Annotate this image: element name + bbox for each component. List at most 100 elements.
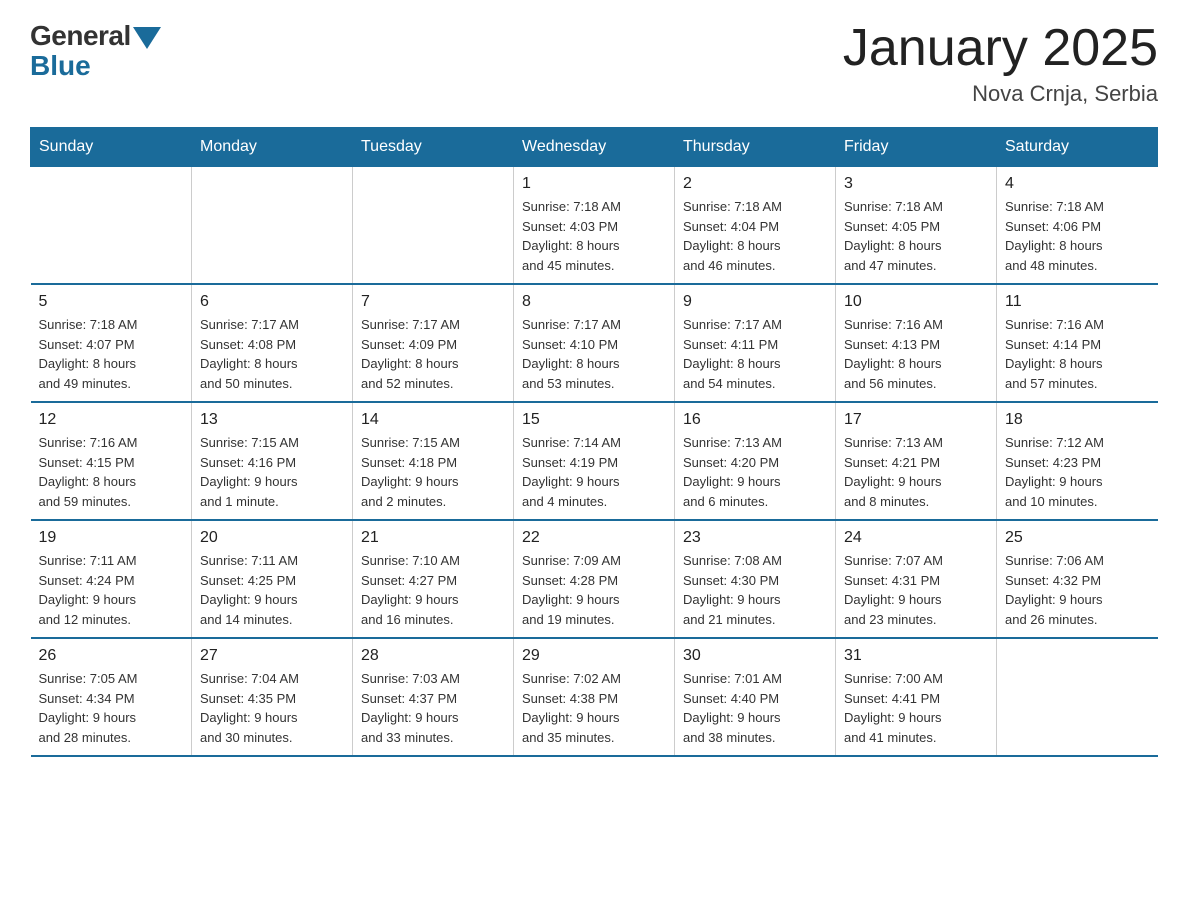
day-info: Sunrise: 7:13 AM Sunset: 4:20 PM Dayligh… [683, 433, 827, 511]
calendar-cell: 19Sunrise: 7:11 AM Sunset: 4:24 PM Dayli… [31, 520, 192, 638]
calendar-header-row: SundayMondayTuesdayWednesdayThursdayFrid… [31, 128, 1158, 167]
calendar-cell: 28 Sunrise: 7:03 AM Sunset: 4:37 PM Dayli… [353, 638, 514, 756]
day-header-saturday: Saturday [997, 128, 1158, 167]
calendar-cell: 10 Sunrise: 7:16 AM Sunset: 4:13 PM Dayli… [836, 284, 997, 402]
day-number: 9 [683, 293, 827, 311]
calendar-cell: 9Sunrise: 7:17 AM Sunset: 4:11 PM Daylig… [675, 284, 836, 402]
calendar-cell: 5 Sunrise: 7:18 AM Sunset: 4:07 PM Daylig… [31, 284, 192, 402]
calendar-cell: 1 Sunrise: 7:18 AM Sunset: 4:03 PM Daylig… [514, 167, 675, 285]
subtitle: Nova Crnja, Serbia [843, 81, 1158, 107]
calendar-cell: 8 Sunrise: 7:17 AM Sunset: 4:10 PM Daylig… [514, 284, 675, 402]
day-info: Sunrise: 7:08 AM Sunset: 4:30 PM Dayligh… [683, 551, 827, 629]
day-info: Sunrise: 7:18 AM Sunset: 4:04 PM Dayligh… [683, 197, 827, 275]
day-info: Sunrise: 7:16 AM Sunset: 4:13 PM Dayligh… [844, 315, 988, 393]
day-number: 24 [844, 529, 988, 547]
day-number: 17 [844, 411, 988, 429]
calendar-cell: 17 Sunrise: 7:13 AM Sunset: 4:21 PM Dayli… [836, 402, 997, 520]
day-number: 29 [522, 647, 666, 665]
day-header-friday: Friday [836, 128, 997, 167]
calendar-cell: 6 Sunrise: 7:17 AM Sunset: 4:08 PM Daylig… [192, 284, 353, 402]
day-number: 5 [39, 293, 184, 311]
day-number: 14 [361, 411, 505, 429]
calendar-cell: 26Sunrise: 7:05 AM Sunset: 4:34 PM Dayli… [31, 638, 192, 756]
day-number: 1 [522, 175, 666, 193]
day-header-wednesday: Wednesday [514, 128, 675, 167]
day-info: Sunrise: 7:07 AM Sunset: 4:31 PM Dayligh… [844, 551, 988, 629]
calendar-cell: 25Sunrise: 7:06 AM Sunset: 4:32 PM Dayli… [997, 520, 1158, 638]
calendar-cell [192, 167, 353, 285]
day-info: Sunrise: 7:10 AM Sunset: 4:27 PM Dayligh… [361, 551, 505, 629]
calendar-table: SundayMondayTuesdayWednesdayThursdayFrid… [30, 127, 1158, 757]
day-number: 8 [522, 293, 666, 311]
day-header-tuesday: Tuesday [353, 128, 514, 167]
calendar-cell [997, 638, 1158, 756]
calendar-cell: 4Sunrise: 7:18 AM Sunset: 4:06 PM Daylig… [997, 167, 1158, 285]
calendar-cell [31, 167, 192, 285]
logo: General Blue [30, 20, 161, 82]
calendar-cell: 15Sunrise: 7:14 AM Sunset: 4:19 PM Dayli… [514, 402, 675, 520]
calendar-cell [353, 167, 514, 285]
day-number: 6 [200, 293, 344, 311]
day-info: Sunrise: 7:15 AM Sunset: 4:18 PM Dayligh… [361, 433, 505, 511]
title-section: January 2025 Nova Crnja, Serbia [843, 20, 1158, 107]
day-number: 28 [361, 647, 505, 665]
week-row-4: 19Sunrise: 7:11 AM Sunset: 4:24 PM Dayli… [31, 520, 1158, 638]
day-info: Sunrise: 7:12 AM Sunset: 4:23 PM Dayligh… [1005, 433, 1150, 511]
day-number: 3 [844, 175, 988, 193]
day-info: Sunrise: 7:17 AM Sunset: 4:08 PM Dayligh… [200, 315, 344, 393]
page-header: General Blue January 2025 Nova Crnja, Se… [30, 20, 1158, 107]
day-info: Sunrise: 7:01 AM Sunset: 4:40 PM Dayligh… [683, 669, 827, 747]
calendar-cell: 31 Sunrise: 7:00 AM Sunset: 4:41 PM Dayli… [836, 638, 997, 756]
logo-general-text: General [30, 20, 131, 52]
week-row-3: 12 Sunrise: 7:16 AM Sunset: 4:15 PM Dayli… [31, 402, 1158, 520]
day-number: 30 [683, 647, 827, 665]
day-info: Sunrise: 7:18 AM Sunset: 4:03 PM Dayligh… [522, 197, 666, 275]
calendar-cell: 23 Sunrise: 7:08 AM Sunset: 4:30 PM Dayli… [675, 520, 836, 638]
calendar-cell: 12 Sunrise: 7:16 AM Sunset: 4:15 PM Dayli… [31, 402, 192, 520]
logo-blue-text: Blue [30, 50, 91, 82]
day-number: 27 [200, 647, 344, 665]
day-info: Sunrise: 7:03 AM Sunset: 4:37 PM Dayligh… [361, 669, 505, 747]
calendar-cell: 21Sunrise: 7:10 AM Sunset: 4:27 PM Dayli… [353, 520, 514, 638]
day-header-sunday: Sunday [31, 128, 192, 167]
day-number: 20 [200, 529, 344, 547]
calendar-cell: 7Sunrise: 7:17 AM Sunset: 4:09 PM Daylig… [353, 284, 514, 402]
calendar-cell: 13Sunrise: 7:15 AM Sunset: 4:16 PM Dayli… [192, 402, 353, 520]
day-number: 22 [522, 529, 666, 547]
day-info: Sunrise: 7:02 AM Sunset: 4:38 PM Dayligh… [522, 669, 666, 747]
day-info: Sunrise: 7:18 AM Sunset: 4:07 PM Dayligh… [39, 315, 184, 393]
calendar-cell: 30 Sunrise: 7:01 AM Sunset: 4:40 PM Dayli… [675, 638, 836, 756]
calendar-cell: 3 Sunrise: 7:18 AM Sunset: 4:05 PM Daylig… [836, 167, 997, 285]
logo-triangle-icon [133, 27, 161, 49]
day-number: 7 [361, 293, 505, 311]
calendar-cell: 20 Sunrise: 7:11 AM Sunset: 4:25 PM Dayli… [192, 520, 353, 638]
day-info: Sunrise: 7:13 AM Sunset: 4:21 PM Dayligh… [844, 433, 988, 511]
day-number: 15 [522, 411, 666, 429]
calendar-cell: 18Sunrise: 7:12 AM Sunset: 4:23 PM Dayli… [997, 402, 1158, 520]
day-info: Sunrise: 7:09 AM Sunset: 4:28 PM Dayligh… [522, 551, 666, 629]
day-info: Sunrise: 7:16 AM Sunset: 4:15 PM Dayligh… [39, 433, 184, 511]
day-info: Sunrise: 7:06 AM Sunset: 4:32 PM Dayligh… [1005, 551, 1150, 629]
calendar-cell: 27 Sunrise: 7:04 AM Sunset: 4:35 PM Dayli… [192, 638, 353, 756]
day-number: 16 [683, 411, 827, 429]
day-info: Sunrise: 7:00 AM Sunset: 4:41 PM Dayligh… [844, 669, 988, 747]
calendar-cell: 16 Sunrise: 7:13 AM Sunset: 4:20 PM Dayli… [675, 402, 836, 520]
day-info: Sunrise: 7:16 AM Sunset: 4:14 PM Dayligh… [1005, 315, 1150, 393]
calendar-cell: 22 Sunrise: 7:09 AM Sunset: 4:28 PM Dayli… [514, 520, 675, 638]
day-number: 10 [844, 293, 988, 311]
day-header-monday: Monday [192, 128, 353, 167]
day-info: Sunrise: 7:15 AM Sunset: 4:16 PM Dayligh… [200, 433, 344, 511]
day-info: Sunrise: 7:18 AM Sunset: 4:05 PM Dayligh… [844, 197, 988, 275]
day-info: Sunrise: 7:04 AM Sunset: 4:35 PM Dayligh… [200, 669, 344, 747]
day-number: 23 [683, 529, 827, 547]
day-number: 31 [844, 647, 988, 665]
day-number: 12 [39, 411, 184, 429]
calendar-cell: 2 Sunrise: 7:18 AM Sunset: 4:04 PM Daylig… [675, 167, 836, 285]
main-title: January 2025 [843, 20, 1158, 77]
day-info: Sunrise: 7:11 AM Sunset: 4:25 PM Dayligh… [200, 551, 344, 629]
day-number: 2 [683, 175, 827, 193]
day-info: Sunrise: 7:17 AM Sunset: 4:10 PM Dayligh… [522, 315, 666, 393]
week-row-2: 5 Sunrise: 7:18 AM Sunset: 4:07 PM Daylig… [31, 284, 1158, 402]
day-info: Sunrise: 7:05 AM Sunset: 4:34 PM Dayligh… [39, 669, 184, 747]
week-row-1: 1 Sunrise: 7:18 AM Sunset: 4:03 PM Daylig… [31, 167, 1158, 285]
